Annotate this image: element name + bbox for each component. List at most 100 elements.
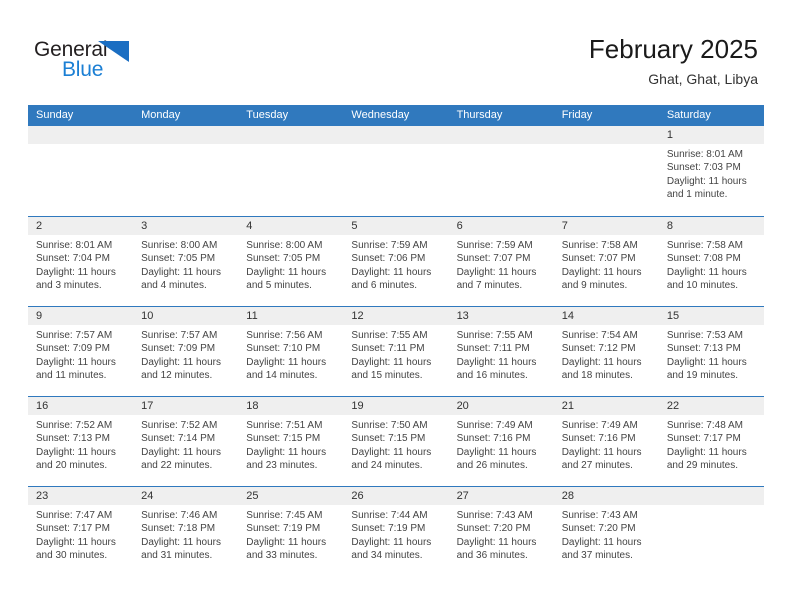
- calendar-day-cell[interactable]: 9 Sunrise: 7:57 AM Sunset: 7:09 PM Daylight…: [28, 307, 134, 396]
- calendar-day-cell[interactable]: 23 Sunrise: 7:47 AM Sunset: 7:17 PM Dayligh…: [28, 487, 134, 576]
- day-detail-line: Sunrise: 8:01 AM: [36, 240, 113, 251]
- day-detail-line: Sunset: 7:19 PM: [246, 523, 321, 535]
- day-number-band: 25: [238, 487, 344, 505]
- calendar-day-cell[interactable]: 8 Sunrise: 7:58 AM Sunset: 7:08 PM Daylight…: [658, 217, 764, 306]
- calendar-day-cell[interactable]: 5 Sunrise: 7:59 AM Sunset: 7:06 PM Daylight…: [343, 217, 449, 306]
- day-number: 22: [666, 400, 680, 412]
- calendar-week-row: 9 Sunrise: 7:57 AM Sunset: 7:09 PM Daylight…: [28, 306, 764, 396]
- calendar-day-cell[interactable]: 26 Sunrise: 7:44 AM Sunset: 7:19 PM Dayligh…: [343, 487, 449, 576]
- day-number-band: 13: [448, 307, 554, 325]
- day-detail-line: and 1 minute.: [666, 189, 728, 201]
- day-detail-line: and 18 minutes.: [561, 370, 633, 382]
- day-number-band: 14: [553, 307, 659, 325]
- calendar-day-cell[interactable]: 24 Sunrise: 7:46 AM Sunset: 7:18 PM Dayligh…: [133, 487, 239, 576]
- calendar-day-cell[interactable]: 1 Sunrise: 8:01 AM Sunset: 7:03 PM Daylight…: [658, 126, 764, 216]
- day-detail-line: Sunrise: 7:55 AM: [351, 330, 428, 341]
- day-number: 11: [246, 310, 258, 322]
- weekday-header-tuesday: Tuesday: [246, 109, 289, 121]
- day-detail-line: Daylight: 11 hours: [456, 356, 537, 368]
- day-detail-line: Sunset: 7:07 PM: [456, 253, 531, 265]
- calendar-week-row: 1 Sunrise: 8:01 AM Sunset: 7:03 PM Daylight…: [28, 126, 764, 216]
- calendar-day-cell[interactable]: 21 Sunrise: 7:49 AM Sunset: 7:16 PM Dayligh…: [553, 397, 659, 486]
- day-number-band: [553, 126, 659, 144]
- calendar-day-cell[interactable]: 10 Sunrise: 7:57 AM Sunset: 7:09 PM Dayligh…: [133, 307, 239, 396]
- day-details: Sunrise: 8:01 AM Sunset: 7:03 PM Daylight:…: [659, 144, 764, 202]
- day-detail-line: Daylight: 11 hours: [561, 266, 642, 278]
- day-detail-line: Daylight: 11 hours: [36, 266, 116, 278]
- day-detail-line: Daylight: 11 hours: [456, 266, 537, 278]
- calendar-day-cell[interactable]: 19 Sunrise: 7:50 AM Sunset: 7:15 PM Dayligh…: [343, 397, 449, 486]
- day-detail-line: and 12 minutes.: [141, 370, 213, 382]
- calendar-day-cell[interactable]: 7 Sunrise: 7:58 AM Sunset: 7:07 PM Daylight…: [553, 217, 659, 306]
- day-number: 14: [561, 310, 574, 322]
- title-block: February 2025 Ghat, Ghat, Libya: [589, 33, 758, 89]
- calendar-day-cell[interactable]: 13 Sunrise: 7:55 AM Sunset: 7:11 PM Dayligh…: [448, 307, 554, 396]
- day-detail-line: Sunrise: 7:54 AM: [561, 330, 638, 341]
- day-details: Sunrise: 7:46 AM Sunset: 7:18 PM Daylight:…: [133, 505, 238, 563]
- calendar-day-cell[interactable]: 27 Sunrise: 7:43 AM Sunset: 7:20 PM Dayligh…: [448, 487, 554, 576]
- day-number-band: [658, 487, 764, 505]
- day-number-band: 1: [658, 126, 764, 144]
- day-number-band: 2: [28, 217, 134, 235]
- calendar-day-cell[interactable]: 15 Sunrise: 7:53 AM Sunset: 7:13 PM Dayligh…: [658, 307, 764, 396]
- general-blue-logo[interactable]: General Blue: [34, 38, 154, 84]
- day-detail-line: Sunset: 7:15 PM: [246, 433, 321, 445]
- calendar-day-cell[interactable]: 25 Sunrise: 7:45 AM Sunset: 7:19 PM Dayligh…: [238, 487, 344, 576]
- day-details: [343, 144, 448, 148]
- day-detail-line: and 36 minutes.: [456, 550, 528, 562]
- day-details: [554, 144, 659, 148]
- calendar-day-cell[interactable]: 12 Sunrise: 7:55 AM Sunset: 7:11 PM Dayligh…: [343, 307, 449, 396]
- day-detail-line: Sunset: 7:04 PM: [36, 253, 110, 265]
- day-number: 1: [666, 129, 673, 141]
- calendar-day-cell[interactable]: 28 Sunrise: 7:43 AM Sunset: 7:20 PM Dayligh…: [553, 487, 659, 576]
- day-detail-line: Sunset: 7:09 PM: [36, 343, 110, 355]
- day-detail-line: and 22 minutes.: [141, 460, 213, 472]
- calendar-day-cell[interactable]: 18 Sunrise: 7:51 AM Sunset: 7:15 PM Dayligh…: [238, 397, 344, 486]
- day-detail-line: Daylight: 11 hours: [246, 446, 327, 458]
- day-number: 27: [456, 490, 469, 502]
- day-number-band: 26: [343, 487, 449, 505]
- day-number: 20: [456, 400, 469, 412]
- calendar-day-cell-empty: [448, 126, 554, 216]
- day-number: 28: [561, 490, 574, 502]
- calendar-day-cell[interactable]: 20 Sunrise: 7:49 AM Sunset: 7:16 PM Dayligh…: [448, 397, 554, 486]
- day-detail-line: Daylight: 11 hours: [561, 356, 642, 368]
- day-number: 26: [351, 490, 364, 502]
- calendar-week-row: 23 Sunrise: 7:47 AM Sunset: 7:17 PM Dayligh…: [28, 486, 764, 576]
- calendar-day-cell[interactable]: 2 Sunrise: 8:01 AM Sunset: 7:04 PM Daylight…: [28, 217, 134, 306]
- day-detail-line: Daylight: 11 hours: [456, 536, 537, 548]
- day-number-band: 5: [343, 217, 449, 235]
- day-detail-line: Sunset: 7:12 PM: [561, 343, 636, 355]
- day-detail-line: and 7 minutes.: [456, 280, 523, 292]
- day-detail-line: and 19 minutes.: [666, 370, 739, 382]
- day-detail-line: Sunset: 7:09 PM: [141, 343, 216, 355]
- day-detail-line: Sunrise: 7:46 AM: [141, 510, 218, 521]
- day-detail-line: and 16 minutes.: [456, 370, 528, 382]
- calendar-day-cell[interactable]: 17 Sunrise: 7:52 AM Sunset: 7:14 PM Dayligh…: [133, 397, 239, 486]
- day-detail-line: and 10 minutes.: [666, 280, 739, 292]
- day-details: Sunrise: 7:56 AM Sunset: 7:10 PM Daylight:…: [238, 325, 343, 383]
- day-detail-line: and 37 minutes.: [561, 550, 633, 562]
- page-subtitle: Ghat, Ghat, Libya: [648, 71, 758, 87]
- calendar-day-cell[interactable]: 11 Sunrise: 7:56 AM Sunset: 7:10 PM Dayligh…: [238, 307, 344, 396]
- day-number: 5: [351, 220, 358, 232]
- day-details: Sunrise: 7:55 AM Sunset: 7:11 PM Daylight:…: [343, 325, 448, 383]
- day-detail-line: Sunset: 7:08 PM: [666, 253, 741, 265]
- calendar-week-row: 16 Sunrise: 7:52 AM Sunset: 7:13 PM Dayligh…: [28, 396, 764, 486]
- day-details: Sunrise: 7:57 AM Sunset: 7:09 PM Daylight:…: [28, 325, 133, 383]
- day-number: 7: [561, 220, 568, 232]
- day-details: Sunrise: 7:45 AM Sunset: 7:19 PM Daylight:…: [238, 505, 343, 563]
- day-number: 12: [351, 310, 364, 322]
- day-detail-line: Daylight: 11 hours: [246, 266, 327, 278]
- day-number-band: 7: [553, 217, 659, 235]
- day-details: Sunrise: 7:44 AM Sunset: 7:19 PM Daylight:…: [343, 505, 448, 563]
- day-detail-line: Daylight: 11 hours: [351, 536, 432, 548]
- calendar-day-cell[interactable]: 14 Sunrise: 7:54 AM Sunset: 7:12 PM Dayligh…: [553, 307, 659, 396]
- calendar-day-cell[interactable]: 22 Sunrise: 7:48 AM Sunset: 7:17 PM Dayligh…: [658, 397, 764, 486]
- day-number-band: 9: [28, 307, 134, 325]
- calendar-day-cell[interactable]: 3 Sunrise: 8:00 AM Sunset: 7:05 PM Daylight…: [133, 217, 239, 306]
- day-detail-line: Sunrise: 7:43 AM: [456, 510, 533, 521]
- calendar-day-cell[interactable]: 4 Sunrise: 8:00 AM Sunset: 7:05 PM Daylight…: [238, 217, 344, 306]
- calendar-day-cell[interactable]: 6 Sunrise: 7:59 AM Sunset: 7:07 PM Daylight…: [448, 217, 554, 306]
- calendar-day-cell[interactable]: 16 Sunrise: 7:52 AM Sunset: 7:13 PM Dayligh…: [28, 397, 134, 486]
